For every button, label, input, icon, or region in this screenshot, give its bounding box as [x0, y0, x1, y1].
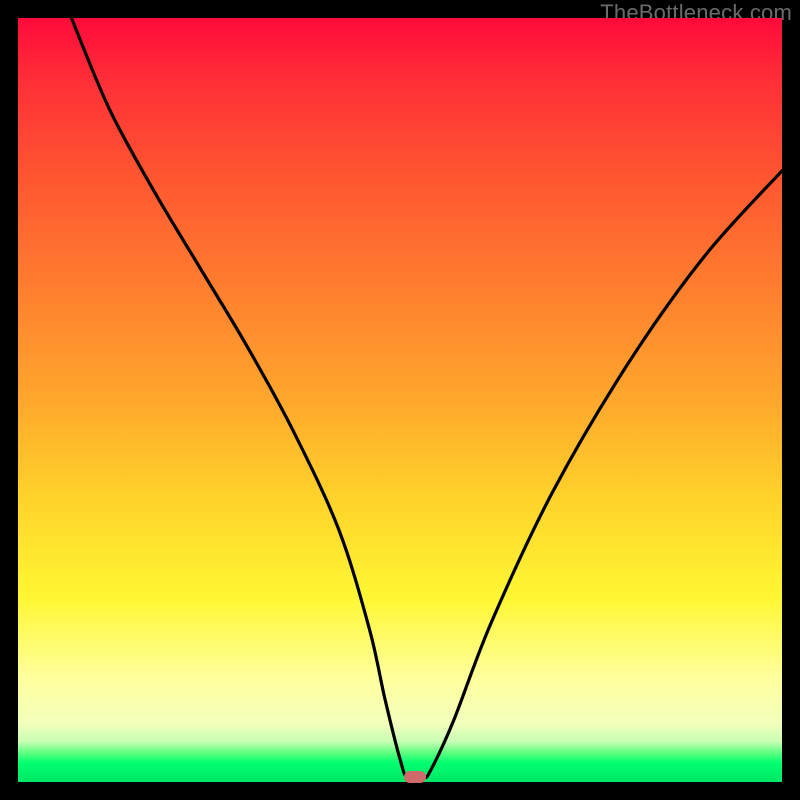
plot-area — [18, 18, 782, 782]
chart-frame: TheBottleneck.com — [0, 0, 800, 800]
minimum-marker — [404, 771, 426, 783]
bottleneck-curve — [18, 18, 782, 782]
